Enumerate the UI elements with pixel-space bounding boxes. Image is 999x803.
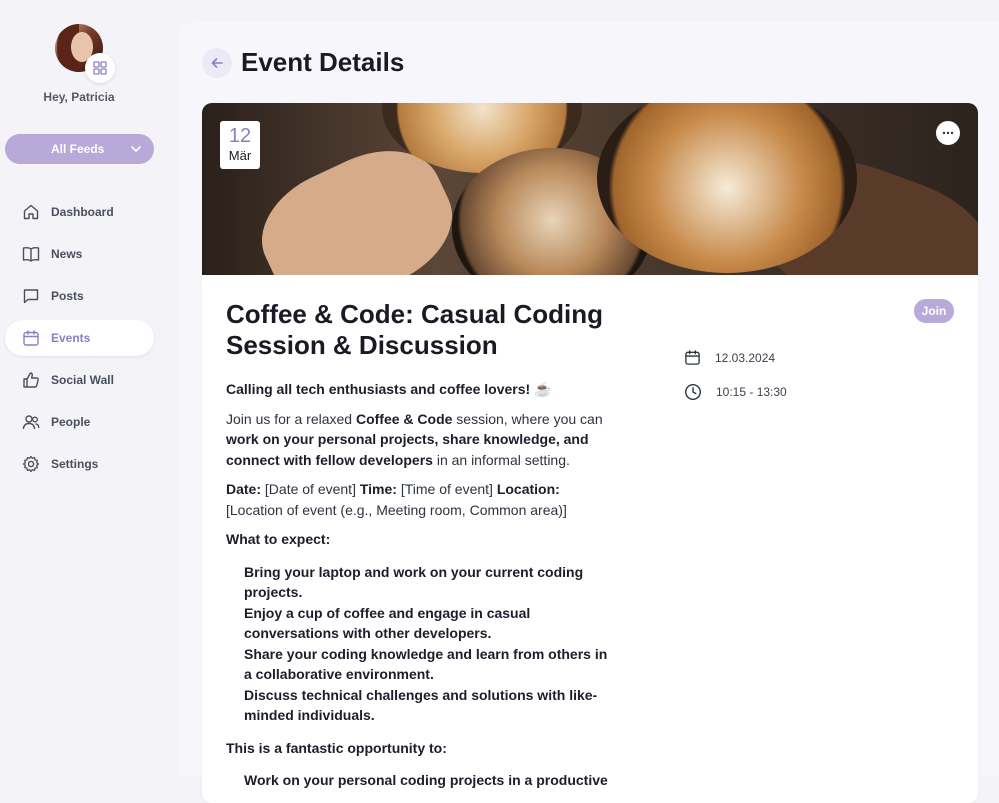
event-date-month: Mär [228, 148, 252, 163]
expect-heading: What to expect: [226, 531, 331, 547]
sidebar-item-news[interactable]: News [5, 236, 154, 272]
sidebar-item-label: Social Wall [51, 373, 114, 387]
dashboard-grid-icon[interactable] [85, 53, 115, 83]
event-card: 12 Mär Coffee & Code: Casual Coding Sess… [202, 103, 978, 803]
expect-list: Bring your laptop and work on your curre… [226, 562, 616, 726]
opportunity-heading: This is a fantastic opportunity to: [226, 739, 447, 756]
sidebar-item-label: Dashboard [51, 205, 114, 219]
event-date-badge: 12 Mär [220, 121, 260, 169]
list-item: Share your coding knowledge and learn fr… [244, 645, 608, 683]
home-icon [23, 204, 39, 220]
join-button[interactable]: Join [914, 299, 954, 323]
event-date: 12.03.2024 [715, 350, 776, 365]
gear-icon [22, 455, 40, 473]
event-description: Calling all tech enthusiasts and coffee … [226, 379, 616, 803]
people-icon [22, 415, 40, 430]
sidebar: Hey, Patricia All Feeds Dashboard News P… [0, 0, 178, 775]
sidebar-item-label: Posts [51, 289, 84, 303]
event-paragraph: Join us for a relaxed Coffee & Code sess… [226, 410, 603, 468]
thumbs-up-icon [23, 372, 39, 388]
list-item: Work on your personal coding projects in… [244, 772, 608, 788]
event-date-day: 12 [228, 125, 252, 147]
calendar-icon [685, 350, 700, 365]
event-intro: Calling all tech enthusiasts and coffee … [226, 381, 552, 397]
event-time: 10:15 - 13:30 [716, 385, 787, 399]
arrow-left-icon [211, 58, 223, 68]
event-logistics: Date: [Date of event] Time: [Time of eve… [226, 481, 567, 518]
book-icon [22, 247, 40, 262]
back-button[interactable] [202, 48, 232, 78]
sidebar-item-settings[interactable]: Settings [5, 446, 154, 482]
opportunity-list: Work on your personal coding projects in… [226, 770, 616, 791]
sidebar-item-people[interactable]: People [5, 404, 154, 440]
sidebar-item-dashboard[interactable]: Dashboard [5, 194, 154, 230]
chat-icon [23, 289, 39, 304]
user-greeting: Hey, Patricia [43, 90, 115, 104]
chevron-down-icon [131, 146, 141, 153]
feed-select[interactable]: All Feeds [5, 134, 154, 164]
more-options-button[interactable] [936, 121, 960, 145]
sidebar-item-label: News [51, 247, 83, 261]
calendar-icon [23, 330, 39, 346]
more-horizontal-icon [942, 131, 954, 135]
sidebar-item-label: People [51, 415, 91, 429]
clock-icon [684, 383, 702, 401]
list-item: Bring your laptop and work on your curre… [244, 563, 584, 601]
event-date-row: 12.03.2024 [684, 349, 775, 366]
sidebar-item-events[interactable]: Events [5, 320, 154, 356]
sidebar-item-label: Events [51, 331, 91, 345]
sidebar-item-posts[interactable]: Posts [5, 278, 154, 314]
page-title: Event Details [241, 47, 405, 77]
sidebar-item-social-wall[interactable]: Social Wall [5, 362, 154, 398]
event-cover-image: 12 Mär [202, 103, 978, 275]
event-time-row: 10:15 - 13:30 [684, 383, 787, 401]
list-item: Enjoy a cup of coffee and engage in casu… [244, 604, 531, 642]
sidebar-nav: Dashboard News Posts Events Social Wall … [5, 194, 154, 488]
feed-select-value: All Feeds [51, 142, 105, 156]
main-panel: Event Details 12 Mär Coffee & Code: Casu… [178, 22, 999, 803]
list-item: Discuss technical challenges and solutio… [244, 686, 598, 724]
event-title: Coffee & Code: Casual Coding Session & D… [226, 299, 604, 360]
sidebar-item-label: Settings [51, 457, 99, 471]
